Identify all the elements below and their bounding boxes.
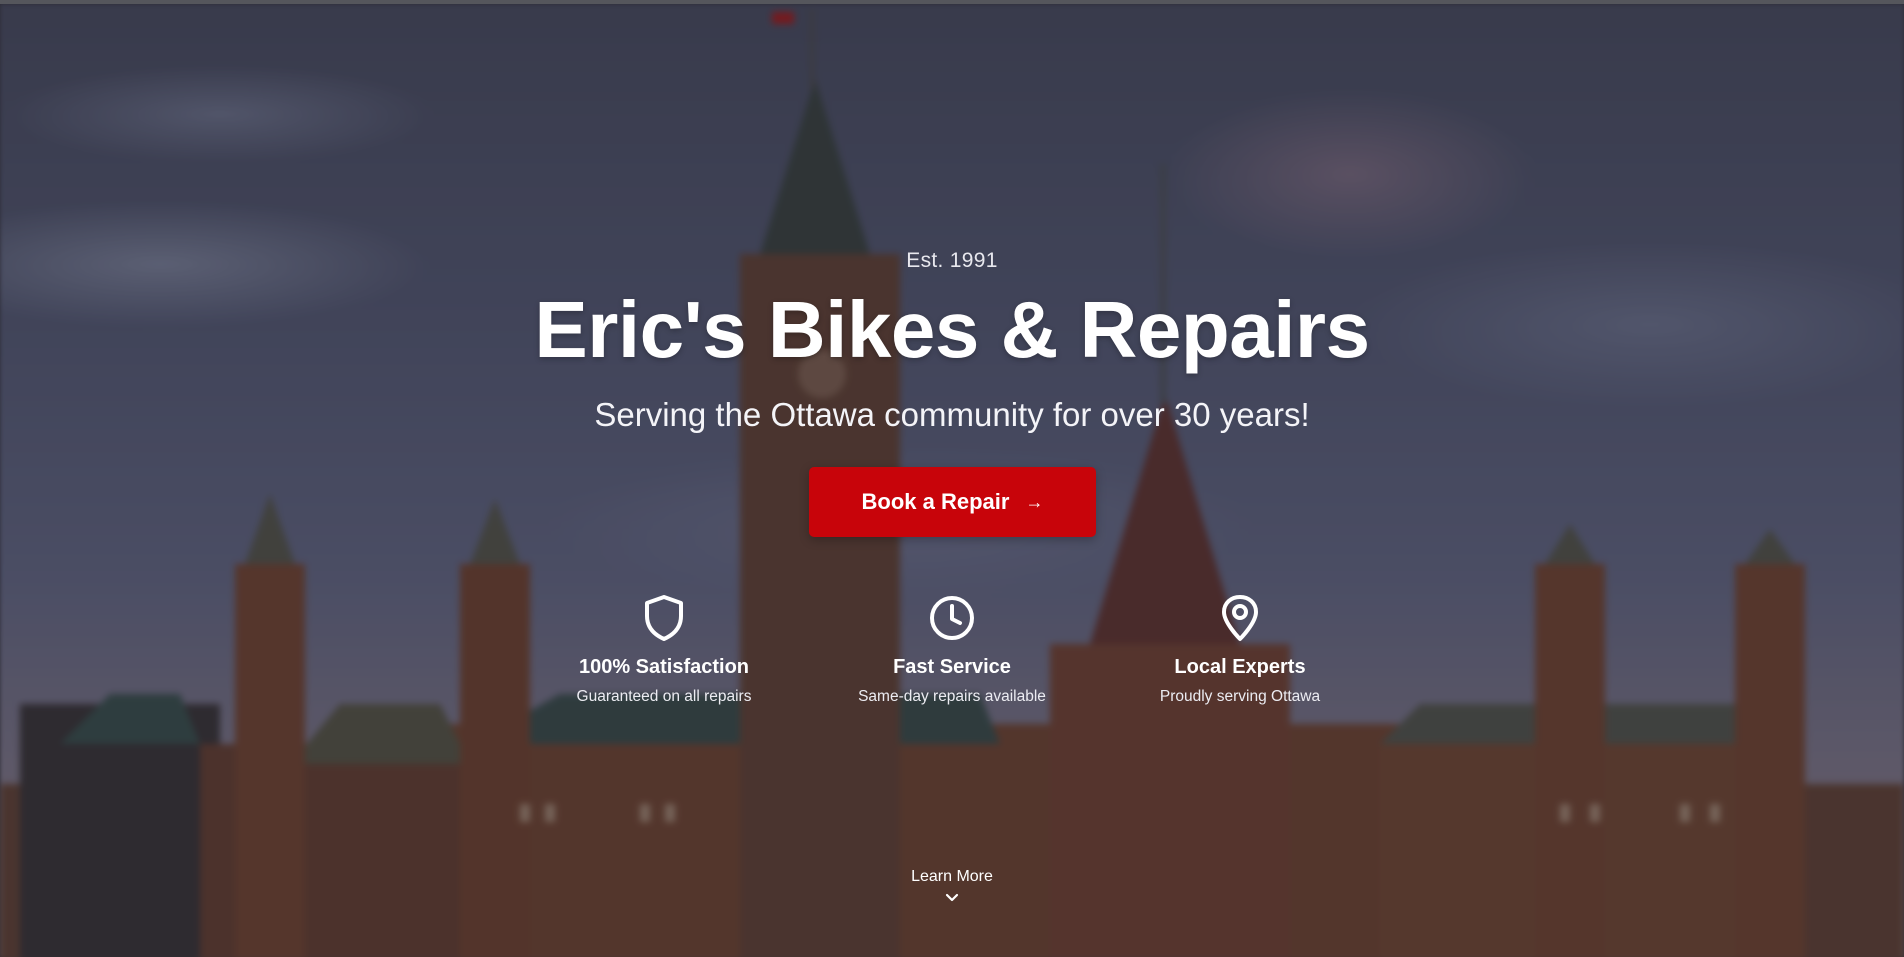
clock-icon <box>930 596 974 640</box>
arrow-right-icon: → <box>1025 491 1044 512</box>
feature-satisfaction: 100% Satisfaction Guaranteed on all repa… <box>524 592 804 706</box>
feature-title: 100% Satisfaction <box>578 656 750 678</box>
feature-title: Local Experts <box>1174 656 1306 678</box>
feature-description: Guaranteed on all repairs <box>576 688 752 705</box>
learn-more-label: Learn More <box>911 868 993 885</box>
feature-title: Fast Service <box>893 656 1011 678</box>
feature-description: Proudly serving Ottawa <box>1159 688 1321 705</box>
learn-more-link[interactable]: Learn More <box>852 868 1052 904</box>
map-pin-icon <box>1222 595 1258 641</box>
book-repair-button[interactable]: Book a Repair → <box>809 467 1096 537</box>
page-title: Eric's Bikes & Repairs <box>534 285 1370 374</box>
hero-subtitle: Serving the Ottawa community for over 30… <box>594 396 1310 433</box>
feature-local-experts: Local Experts Proudly serving Ottawa <box>1100 592 1380 706</box>
feature-description: Same-day repairs available <box>858 688 1046 705</box>
feature-fast-service: Fast Service Same-day repairs available <box>812 592 1092 706</box>
shield-icon <box>645 595 683 641</box>
chevron-down-icon <box>945 893 959 902</box>
hero-section: Est. 1991 Eric's Bikes & Repairs Serving… <box>0 0 1904 957</box>
established-label: Est. 1991 <box>906 249 998 272</box>
hero-content: Est. 1991 Eric's Bikes & Repairs Serving… <box>0 4 1904 957</box>
book-repair-button-label: Book a Repair <box>861 489 1010 514</box>
